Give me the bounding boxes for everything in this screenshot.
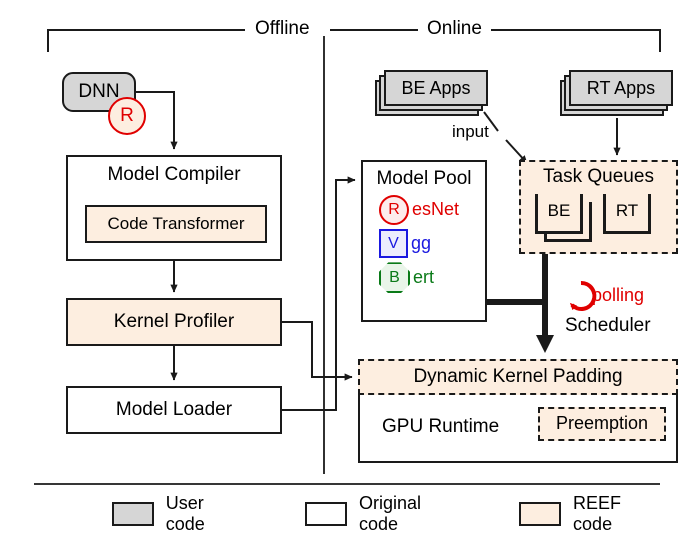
legend-item-user-code: User code [112, 493, 243, 535]
arrow-loader-to-modelpool [282, 176, 356, 411]
resnet-label: esNet [412, 198, 460, 219]
rt-apps-node[interactable]: RT Apps [560, 70, 675, 118]
resnet-badge-icon: R [108, 97, 146, 135]
legend-swatch-reef-code [519, 502, 562, 526]
legend-label-reef-code: REEF code [573, 493, 622, 534]
model-pool-title: Model Pool [376, 168, 472, 189]
kernel-profiler-node[interactable]: Kernel Profiler [66, 298, 282, 346]
resnet-circle-icon: R [379, 194, 409, 225]
polling-label: polling [592, 285, 645, 305]
code-transformer-node[interactable]: Code Transformer [85, 205, 267, 243]
model-loader-node[interactable]: Model Loader [66, 386, 282, 434]
input-edge-label: input [452, 122, 489, 141]
model-pool-item-resnet[interactable]: R esNet [379, 194, 485, 225]
resnet-badge-label: R [120, 105, 134, 126]
legend-label-original-code: Original code [359, 493, 422, 534]
scheduler-label: Scheduler [565, 315, 651, 336]
model-compiler-label: Model Compiler [107, 164, 241, 185]
queue-rt-label: RT [615, 201, 639, 220]
legend-item-original-code: Original code [305, 493, 459, 535]
section-label-online: Online [418, 18, 491, 40]
preemption-node[interactable]: Preemption [538, 407, 666, 441]
model-pool-item-vgg[interactable]: V gg [379, 229, 485, 259]
legend-label-user-code: User code [165, 493, 205, 534]
preemption-label: Preemption [555, 413, 649, 434]
be-apps-label: BE Apps [401, 77, 471, 98]
dynamic-kernel-padding-label: Dynamic Kernel Padding [413, 365, 623, 387]
online-bracket [478, 29, 661, 52]
vgg-square-icon: V [379, 229, 408, 259]
bert-octagon-icon: B [379, 262, 410, 294]
model-pool-item-bert[interactable]: B ert [379, 262, 485, 294]
rt-apps-front: RT Apps [569, 70, 673, 106]
be-apps-node[interactable]: BE Apps [375, 70, 490, 118]
section-label-offline: Offline [246, 18, 319, 40]
figure-canvas: Offline Online DNN R Model Compiler Code… [0, 0, 694, 539]
gpu-runtime-label: GPU Runtime [382, 416, 500, 437]
legend-swatch-original-code [305, 502, 348, 526]
task-queues-title: Task Queues [543, 166, 654, 187]
legend: User code Original code REEF code [34, 493, 660, 534]
vgg-label: gg [411, 232, 432, 253]
model-pool-node[interactable]: Model Pool R esNet V gg B ert [361, 160, 487, 322]
arrow-profiler-to-dkp [282, 321, 353, 381]
be-apps-front: BE Apps [384, 70, 488, 106]
gpu-runtime-node[interactable]: Dynamic Kernel Padding GPU Runtime Preem… [358, 359, 678, 463]
queue-be-label: BE [547, 201, 571, 220]
model-compiler-node[interactable]: Model Compiler Code Transformer [66, 155, 282, 261]
code-transformer-label: Code Transformer [107, 213, 245, 233]
model-loader-label: Model Loader [115, 398, 233, 420]
offline-bracket [47, 29, 245, 52]
bert-label: ert [413, 266, 435, 287]
legend-item-reef-code: REEF code [519, 493, 660, 535]
task-queues-node[interactable]: Task Queues BE RT [519, 160, 678, 254]
kernel-profiler-label: Kernel Profiler [113, 310, 235, 332]
dynamic-kernel-padding-node[interactable]: Dynamic Kernel Padding [358, 359, 678, 395]
dnn-label: DNN [78, 80, 120, 102]
legend-swatch-user-code [112, 502, 154, 526]
rt-apps-label: RT Apps [586, 77, 656, 98]
